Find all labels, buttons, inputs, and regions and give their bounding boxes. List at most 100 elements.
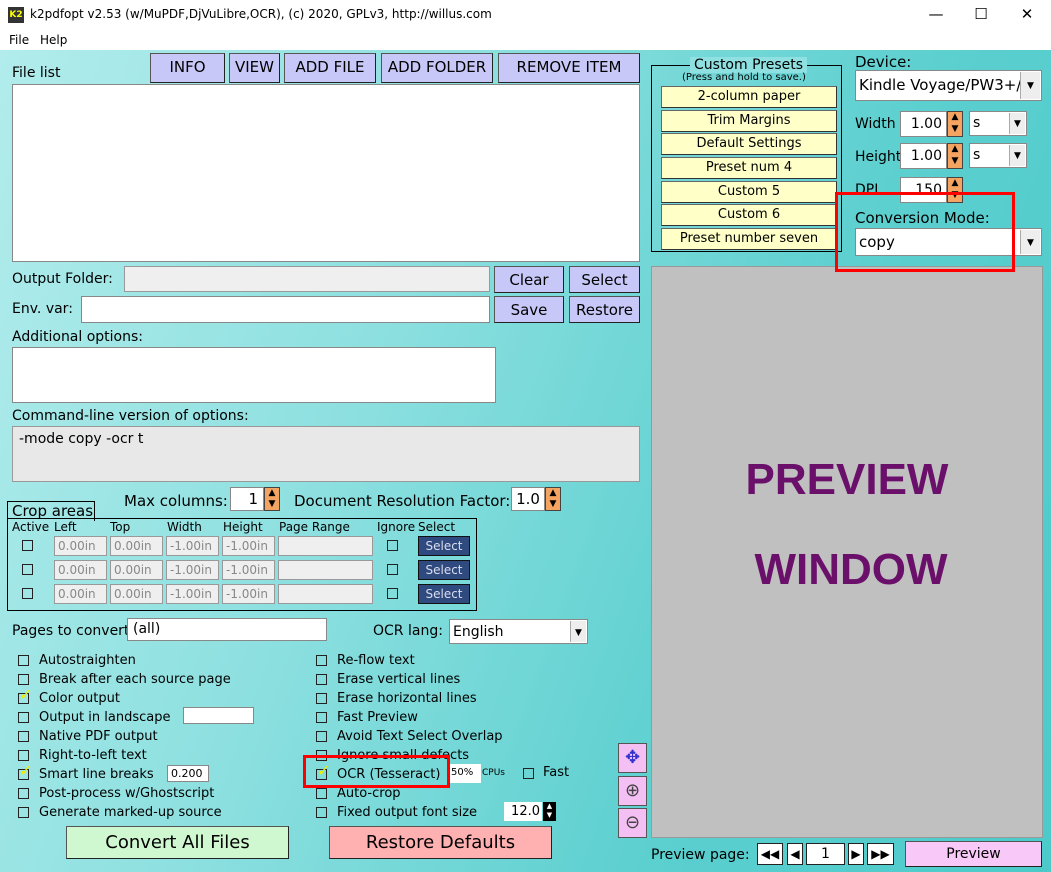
select-folder-button[interactable]: Select [569, 266, 640, 293]
option-checkbox[interactable] [316, 807, 327, 818]
pages-input[interactable]: (all) [127, 618, 327, 641]
crop-ignore-checkbox[interactable] [387, 540, 398, 551]
preset-button[interactable]: Default Settings [661, 133, 837, 155]
crop-top-input[interactable]: 0.00in [110, 536, 163, 556]
option-label[interactable]: Post-process w/Ghostscript [39, 786, 214, 801]
font-size-spinner[interactable]: ▲ ▼ [543, 802, 556, 821]
option-checkbox[interactable] [18, 655, 29, 666]
crop-height-input[interactable]: -1.00in [222, 584, 275, 604]
crop-range-input[interactable] [278, 584, 373, 604]
option-checkbox[interactable] [316, 788, 327, 799]
option-label[interactable]: Erase vertical lines [337, 672, 460, 687]
option-label[interactable]: Generate marked-up source [39, 805, 222, 820]
next-page-button[interactable]: ▶ [848, 843, 864, 865]
option-label[interactable]: Fixed output font size [337, 805, 477, 820]
crop-width-input[interactable]: -1.00in [166, 560, 219, 580]
option-label[interactable]: Smart line breaks [39, 767, 154, 782]
option-label[interactable]: Native PDF output [39, 729, 158, 744]
maximize-button[interactable]: ☐ [958, 0, 1004, 30]
convert-all-files-button[interactable]: Convert All Files [66, 826, 289, 859]
env-var-input[interactable] [81, 296, 490, 323]
remove-item-button[interactable]: REMOVE ITEM [498, 53, 640, 83]
crop-range-input[interactable] [278, 536, 373, 556]
restore-button[interactable]: Restore [569, 296, 640, 323]
smart-breaks-input[interactable]: 0.200 [167, 765, 209, 782]
fast-ocr-checkbox[interactable] [523, 768, 534, 779]
ocr-lang-select[interactable]: English ▼ [449, 619, 588, 644]
doc-resolution-spinner[interactable]: ▲ ▼ [545, 487, 561, 511]
down-arrow-icon[interactable]: ▼ [948, 156, 962, 168]
preset-button[interactable]: Custom 6 [661, 204, 837, 226]
option-checkbox[interactable] [316, 712, 327, 723]
crop-width-input[interactable]: -1.00in [166, 536, 219, 556]
up-arrow-icon[interactable]: ▲ [265, 488, 279, 499]
width-unit-select[interactable]: s ▼ [969, 111, 1027, 136]
option-label[interactable]: Color output [39, 691, 120, 706]
down-arrow-icon[interactable]: ▼ [265, 499, 279, 510]
save-button[interactable]: Save [494, 296, 564, 323]
device-select[interactable]: Kindle Voyage/PW3+/C ▼ [855, 70, 1042, 101]
view-button[interactable]: VIEW [229, 53, 280, 83]
fit-move-icon[interactable]: ✥ [618, 743, 647, 773]
width-spinner[interactable]: ▲ ▼ [947, 111, 963, 137]
up-arrow-icon[interactable]: ▲ [948, 178, 962, 190]
add-folder-button[interactable]: ADD FOLDER [381, 53, 493, 83]
crop-active-checkbox[interactable] [22, 564, 33, 575]
dropdown-arrow-icon[interactable]: ▼ [1020, 72, 1040, 99]
option-checkbox[interactable] [316, 655, 327, 666]
up-arrow-icon[interactable]: ▲ [948, 112, 962, 124]
first-page-button[interactable]: ◀◀ [757, 843, 783, 865]
preview-button[interactable]: Preview [905, 841, 1042, 867]
menu-help[interactable]: Help [40, 33, 67, 47]
dropdown-arrow-icon[interactable]: ▼ [570, 621, 586, 642]
preset-button[interactable]: Custom 5 [661, 181, 837, 203]
info-button[interactable]: INFO [150, 53, 225, 83]
option-label[interactable]: Fast Preview [337, 710, 418, 725]
crop-top-input[interactable]: 0.00in [110, 560, 163, 580]
clear-button[interactable]: Clear [494, 266, 564, 293]
option-checkbox[interactable] [18, 712, 29, 723]
height-spinner[interactable]: ▲ ▼ [947, 143, 963, 169]
additional-options-input[interactable] [12, 347, 496, 403]
down-arrow-icon[interactable]: ▼ [948, 124, 962, 136]
ocr-cpus-input[interactable]: 50% [449, 764, 481, 783]
preview-page-input[interactable]: 1 [806, 843, 845, 865]
option-label[interactable]: Output in landscape [39, 710, 170, 725]
up-arrow-icon[interactable]: ▲ [543, 802, 556, 811]
option-label[interactable]: Erase horizontal lines [337, 691, 477, 706]
option-checkbox[interactable] [18, 788, 29, 799]
close-button[interactable]: ✕ [1004, 0, 1050, 30]
option-checkbox[interactable] [316, 674, 327, 685]
crop-height-input[interactable]: -1.00in [222, 560, 275, 580]
doc-resolution-input[interactable]: 1.0 [511, 487, 545, 511]
crop-left-input[interactable]: 0.00in [54, 560, 107, 580]
option-checkbox[interactable] [18, 731, 29, 742]
option-checkbox[interactable] [18, 674, 29, 685]
preset-button[interactable]: Preset number seven [661, 228, 837, 250]
up-arrow-icon[interactable]: ▲ [948, 144, 962, 156]
prev-page-button[interactable]: ◀ [787, 843, 803, 865]
preset-button[interactable]: Trim Margins [661, 110, 837, 132]
crop-ignore-checkbox[interactable] [387, 564, 398, 575]
dropdown-arrow-icon[interactable]: ▼ [1009, 145, 1025, 166]
preset-button[interactable]: 2-column paper [661, 86, 837, 108]
option-checkbox[interactable] [316, 731, 327, 742]
add-file-button[interactable]: ADD FILE [284, 53, 376, 83]
landscape-input[interactable] [183, 707, 254, 724]
height-unit-select[interactable]: s ▼ [969, 143, 1027, 168]
max-columns-input[interactable]: 1 [230, 487, 264, 511]
output-folder-input[interactable] [124, 266, 490, 292]
crop-select-button[interactable]: Select [418, 584, 470, 604]
up-arrow-icon[interactable]: ▲ [546, 488, 560, 499]
crop-ignore-checkbox[interactable] [387, 588, 398, 599]
crop-width-input[interactable]: -1.00in [166, 584, 219, 604]
crop-select-button[interactable]: Select [418, 560, 470, 580]
option-label[interactable]: Avoid Text Select Overlap [337, 729, 503, 744]
crop-active-checkbox[interactable] [22, 588, 33, 599]
minimize-button[interactable]: — [913, 0, 959, 30]
crop-left-input[interactable]: 0.00in [54, 584, 107, 604]
max-columns-spinner[interactable]: ▲ ▼ [264, 487, 280, 511]
file-list[interactable] [12, 84, 640, 262]
option-label[interactable]: Autostraighten [39, 653, 136, 668]
option-label[interactable]: Auto-crop [337, 786, 401, 801]
